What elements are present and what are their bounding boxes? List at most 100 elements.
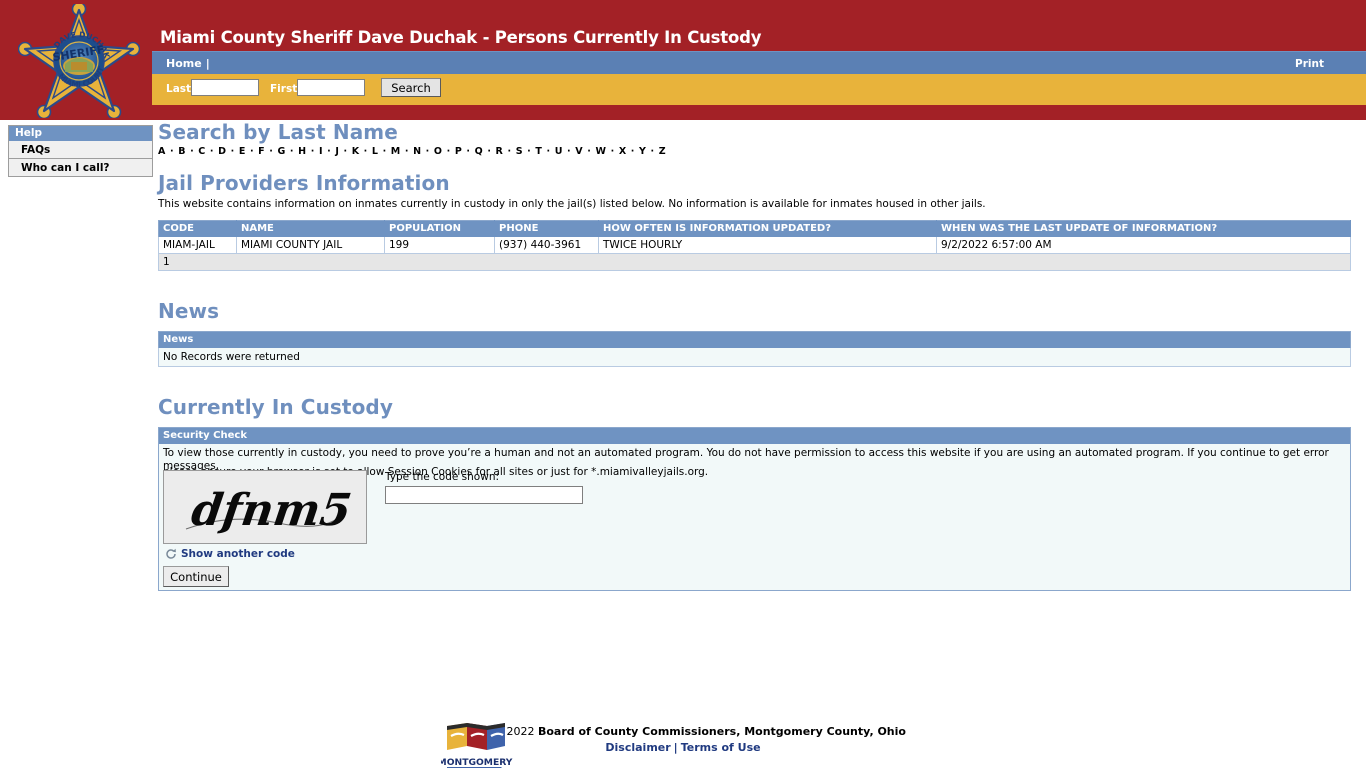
alphabet-separator: ·: [646, 146, 659, 157]
alphabet-separator: ·: [523, 146, 535, 157]
first-name-label: First: [270, 83, 298, 95]
alphabet-separator: ·: [323, 146, 335, 157]
alphabet-separator: ·: [462, 146, 475, 157]
alphabet-separator: ·: [563, 146, 575, 157]
disclaimer-link[interactable]: Disclaimer: [605, 741, 670, 754]
sidebar-item-label[interactable]: FAQs: [21, 144, 50, 156]
cell-phone: (937) 440-3961: [494, 237, 599, 254]
alphabet-link-v[interactable]: V: [575, 146, 583, 157]
alphabet-separator: ·: [206, 146, 218, 157]
security-check-panel: Security Check To view those currently i…: [158, 427, 1351, 591]
alphabet-link-h[interactable]: H: [298, 146, 306, 157]
sidebar-heading: Help: [8, 125, 153, 141]
alphabet-separator: ·: [186, 146, 198, 157]
last-name-label: Last: [166, 83, 192, 95]
cell-population: 199: [384, 237, 495, 254]
alphabet-separator: ·: [378, 146, 391, 157]
alphabet-separator: ·: [401, 146, 413, 157]
th-code: CODE: [158, 220, 237, 237]
alphabet-link-b[interactable]: B: [178, 146, 186, 157]
alphabet-separator: ·: [286, 146, 298, 157]
table-row: MIAM-JAIL MIAMI COUNTY JAIL 199 (937) 44…: [158, 237, 1351, 254]
sidebar-item-label[interactable]: Who can I call?: [21, 162, 110, 174]
cell-last-update: 9/2/2022 6:57:00 AM: [936, 237, 1351, 254]
alphabet-link-w[interactable]: W: [595, 146, 606, 157]
page-title: Miami County Sheriff Dave Duchak - Perso…: [160, 28, 762, 47]
sidebar-item-who-can-i-call[interactable]: Who can I call?: [8, 159, 153, 177]
refresh-icon: [166, 548, 176, 559]
th-how-often: HOW OFTEN IS INFORMATION UPDATED?: [598, 220, 937, 237]
alphabet-separator: ·: [246, 146, 258, 157]
logo-top-text: MONTGOMERY: [441, 757, 513, 768]
currently-in-custody-heading: Currently In Custody: [158, 395, 393, 419]
th-phone: PHONE: [494, 220, 599, 237]
jail-providers-table: CODE NAME POPULATION PHONE HOW OFTEN IS …: [158, 220, 1351, 271]
alphabet-separator: ·: [503, 146, 516, 157]
news-empty-row: No Records were returned: [158, 348, 1351, 367]
sheriff-badge-icon: DAVE DUCHAK MIAMI COUNTY SHERIFF: [18, 4, 140, 118]
alphabet-separator: ·: [442, 146, 455, 157]
th-last-update: WHEN WAS THE LAST UPDATE OF INFORMATION?: [936, 220, 1351, 237]
nav-separator: |: [205, 57, 210, 70]
nav-home-link[interactable]: Home: [166, 57, 202, 70]
last-name-input[interactable]: [191, 79, 259, 96]
cell-name: MIAMI COUNTY JAIL: [236, 237, 385, 254]
continue-button[interactable]: Continue: [163, 566, 229, 587]
sidebar-item-faqs[interactable]: FAQs: [8, 141, 153, 159]
alphabet-separator: ·: [359, 146, 372, 157]
table-header-row: CODE NAME POPULATION PHONE HOW OFTEN IS …: [158, 220, 1351, 237]
captcha-code-text: dfnm5: [188, 484, 354, 536]
pager-page-number[interactable]: 1: [158, 253, 1351, 271]
cell-how-often: TWICE HOURLY: [598, 237, 937, 254]
alphabet-separator: ·: [627, 146, 639, 157]
alphabet-separator: ·: [265, 146, 277, 157]
alphabet-link-c[interactable]: C: [198, 146, 205, 157]
alphabet-separator: ·: [542, 146, 555, 157]
print-link[interactable]: Print: [1295, 58, 1324, 70]
alphabet-separator: ·: [226, 146, 239, 157]
alphabet-separator: ·: [421, 146, 434, 157]
show-another-code-row[interactable]: Show another code: [165, 548, 295, 560]
type-the-code-label: Type the code shown:: [385, 471, 500, 483]
alphabet-link-s[interactable]: S: [516, 146, 523, 157]
alphabet-link-z[interactable]: Z: [659, 146, 666, 157]
news-heading: News: [158, 299, 220, 323]
alphabet-separator: ·: [583, 146, 595, 157]
news-table: News No Records were returned: [158, 331, 1351, 367]
main-content: Search by Last Name A · B · C · D · E · …: [158, 120, 1358, 591]
alphabet-link-e[interactable]: E: [239, 146, 246, 157]
search-button[interactable]: Search: [381, 78, 441, 97]
search-bar: Last First Search: [152, 74, 1366, 105]
alphabet-link-x[interactable]: X: [619, 146, 627, 157]
site-header: DAVE DUCHAK MIAMI COUNTY SHERIFF Miami C…: [0, 0, 1366, 120]
th-population: POPULATION: [384, 220, 495, 237]
th-name: NAME: [236, 220, 385, 237]
alphabet-separator: ·: [339, 146, 352, 157]
top-navbar: Home | Print: [152, 51, 1366, 74]
first-name-input[interactable]: [297, 79, 365, 96]
alphabet-link-a[interactable]: A: [158, 146, 166, 157]
site-footer: MONTGOMERY COUNTY ©2001- 2022 Board of C…: [0, 712, 1366, 768]
help-sidebar: Help FAQs Who can I call?: [8, 125, 153, 177]
terms-of-use-link[interactable]: Terms of Use: [681, 741, 761, 754]
captcha-code-input[interactable]: [385, 486, 583, 504]
table-pager-row: 1: [158, 253, 1351, 271]
alphabet-link-m[interactable]: M: [391, 146, 401, 157]
alphabet-separator: ·: [166, 146, 178, 157]
footer-org: Board of County Commissioners, Montgomer…: [537, 725, 906, 738]
show-another-code-link[interactable]: Show another code: [181, 548, 295, 560]
alphabet-separator: ·: [606, 146, 619, 157]
alphabet-link-u[interactable]: U: [555, 146, 563, 157]
captcha-image: dfnm5: [163, 470, 367, 544]
news-header-row: News: [158, 331, 1351, 348]
montgomery-county-logo-icon: MONTGOMERY COUNTY: [441, 720, 513, 768]
alphabet-link-g[interactable]: G: [278, 146, 286, 157]
footer-link-separator: |: [673, 741, 678, 754]
cell-code: MIAM-JAIL: [158, 237, 237, 254]
news-empty-message: No Records were returned: [158, 348, 1351, 367]
alphabet-separator: ·: [483, 146, 496, 157]
security-check-body: To view those currently in custody, you …: [159, 444, 1350, 590]
alphabet-separator: ·: [307, 146, 319, 157]
security-check-heading: Security Check: [159, 428, 1350, 444]
alphabet-link-q[interactable]: Q: [475, 146, 483, 157]
